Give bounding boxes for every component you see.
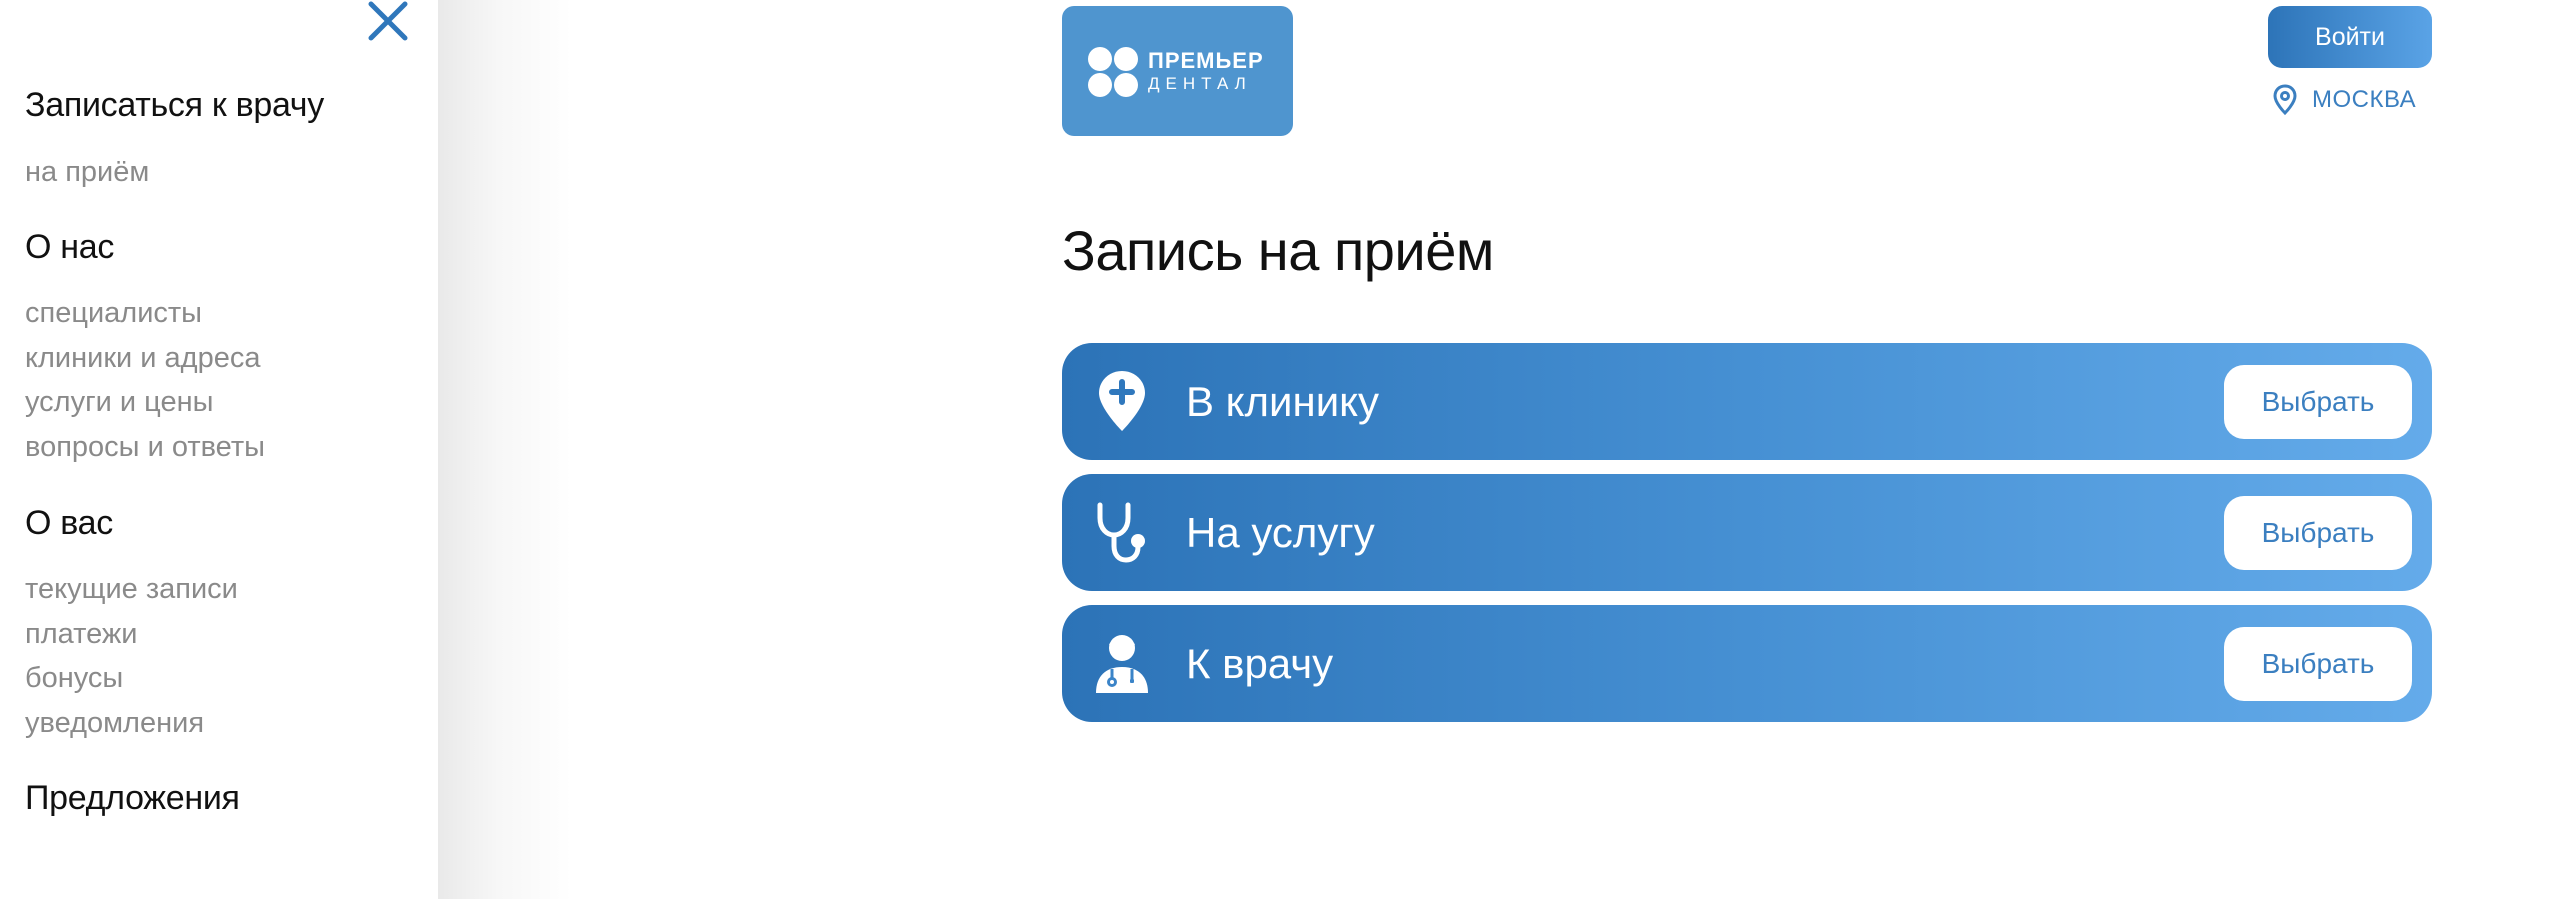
option-clinic[interactable]: В клинику Выбрать	[1062, 343, 2432, 460]
sidebar-item-appointment[interactable]: на приём	[25, 156, 149, 189]
sidebar-item-services[interactable]: услуги и цены	[25, 386, 213, 419]
sidebar-heading-appointment[interactable]: Записаться к врачу	[25, 86, 324, 125]
option-service[interactable]: На услугу Выбрать	[1062, 474, 2432, 591]
page-title: Запись на приём	[1062, 219, 1494, 282]
doctor-icon	[1096, 635, 1148, 693]
city-label: МОСКВА	[2312, 86, 2417, 113]
option-doctor[interactable]: К врачу Выбрать	[1062, 605, 2432, 722]
logo-text-line2: ДЕНТАЛ	[1148, 74, 1252, 93]
brand-logo[interactable]: ПРЕМЬЕР ДЕНТАЛ	[1062, 6, 1293, 136]
option-service-label: На услугу	[1186, 509, 1375, 556]
logo-text-line1: ПРЕМЬЕР	[1148, 48, 1264, 73]
location-plus-icon	[1099, 371, 1145, 431]
sidebar-item-clinics[interactable]: клиники и адреса	[25, 342, 260, 375]
sidebar-item-bonuses[interactable]: бонусы	[25, 662, 123, 695]
option-doctor-label: К врачу	[1186, 640, 1334, 687]
select-clinic-button[interactable]: Выбрать	[2224, 365, 2412, 439]
sidebar-shadow	[438, 0, 573, 899]
sidebar-heading-offers[interactable]: Предложения	[25, 779, 240, 818]
select-service-button[interactable]: Выбрать	[2224, 496, 2412, 570]
select-doctor-button[interactable]: Выбрать	[2224, 627, 2412, 701]
sidebar-item-notifications[interactable]: уведомления	[25, 707, 204, 740]
option-clinic-label: В клинику	[1186, 378, 1379, 425]
close-menu-button[interactable]	[364, 0, 412, 48]
sidebar-menu: Записаться к врачу на приём О нас специа…	[0, 0, 438, 899]
sidebar-item-current-appointments[interactable]: текущие записи	[25, 573, 238, 606]
stethoscope-icon	[1097, 502, 1145, 563]
login-button[interactable]: Войти	[2268, 6, 2432, 68]
city-selector[interactable]: МОСКВА	[2272, 82, 2416, 118]
sidebar-item-faq[interactable]: вопросы и ответы	[25, 431, 265, 464]
sidebar-item-specialists[interactable]: специалисты	[25, 297, 202, 330]
sidebar-heading-about-us[interactable]: О нас	[25, 228, 114, 267]
sidebar-item-payments[interactable]: платежи	[25, 618, 137, 651]
sidebar-heading-about-you[interactable]: О вас	[25, 504, 113, 543]
close-icon	[368, 1, 408, 41]
location-pin-icon	[2273, 84, 2297, 116]
